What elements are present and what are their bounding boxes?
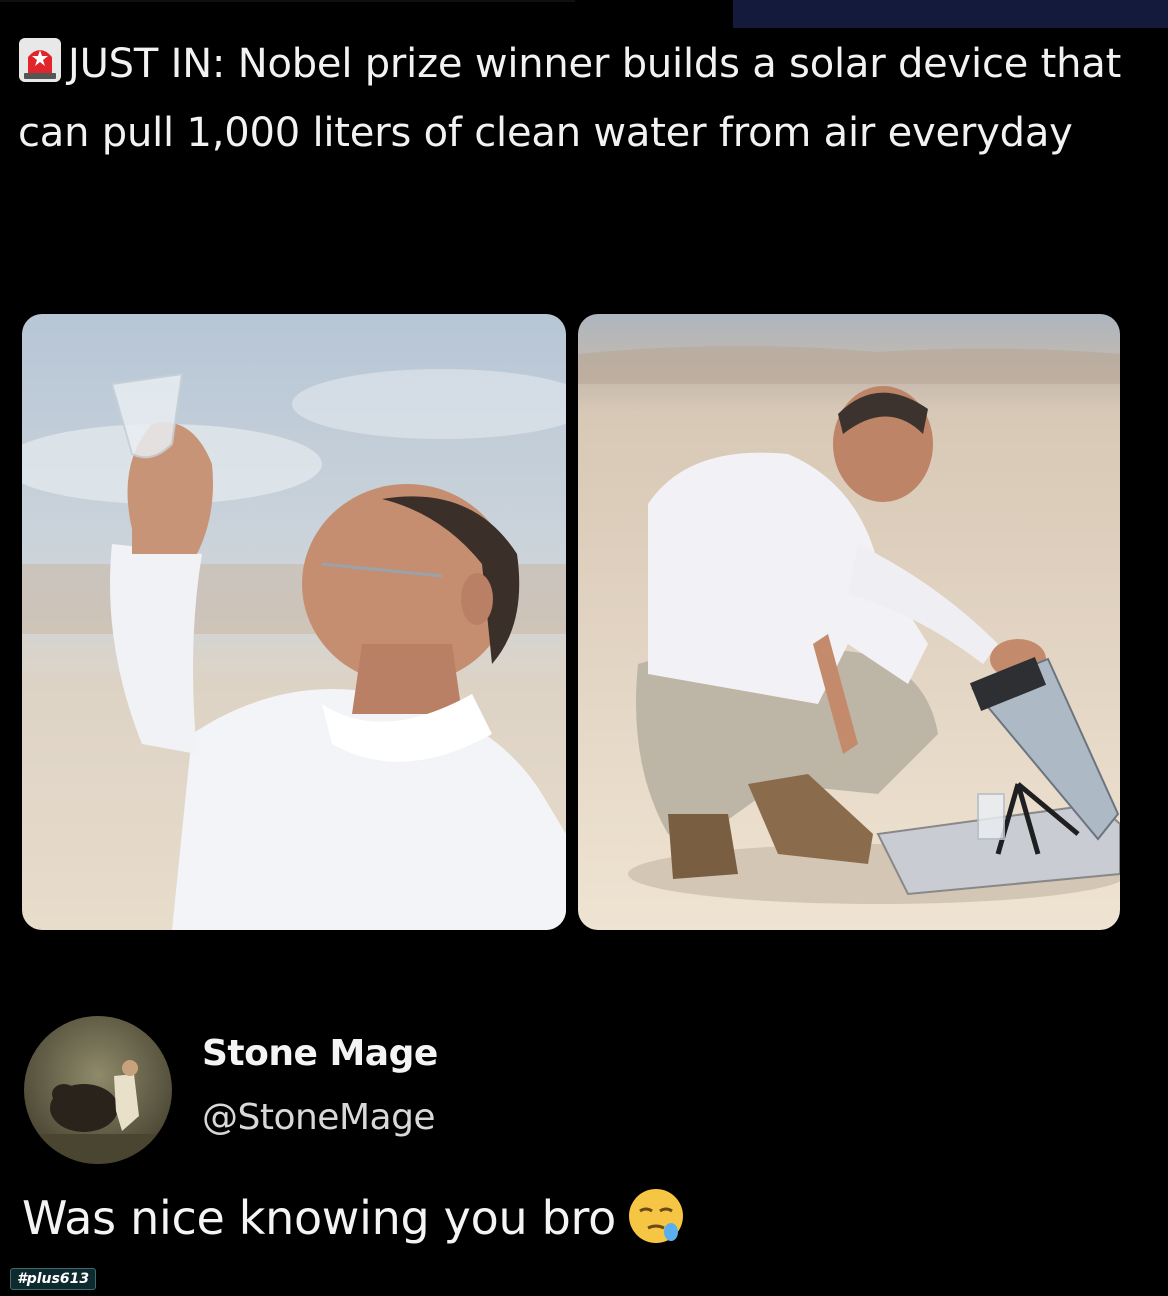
sleepy-face-icon: [626, 1186, 686, 1246]
reply-text-row: Was nice knowing you bro: [22, 1186, 686, 1250]
reply-text: Was nice knowing you bro: [22, 1191, 616, 1245]
top-divider: [0, 0, 575, 2]
reply-display-name[interactable]: Stone Mage: [202, 1030, 438, 1078]
reply-handle[interactable]: @StoneMage: [202, 1094, 436, 1142]
photo-man-raising-glass[interactable]: [22, 314, 566, 930]
top-accent-bar: [733, 0, 1168, 28]
headline-text: JUST IN: Nobel prize winner builds a sol…: [18, 41, 1122, 156]
siren-icon: [18, 36, 62, 82]
avatar[interactable]: [24, 1016, 172, 1164]
photo-man-kneeling-water-device[interactable]: [578, 314, 1120, 930]
post-headline: JUST IN: Nobel prize winner builds a sol…: [18, 30, 1158, 168]
watermark: #plus613: [10, 1268, 97, 1290]
